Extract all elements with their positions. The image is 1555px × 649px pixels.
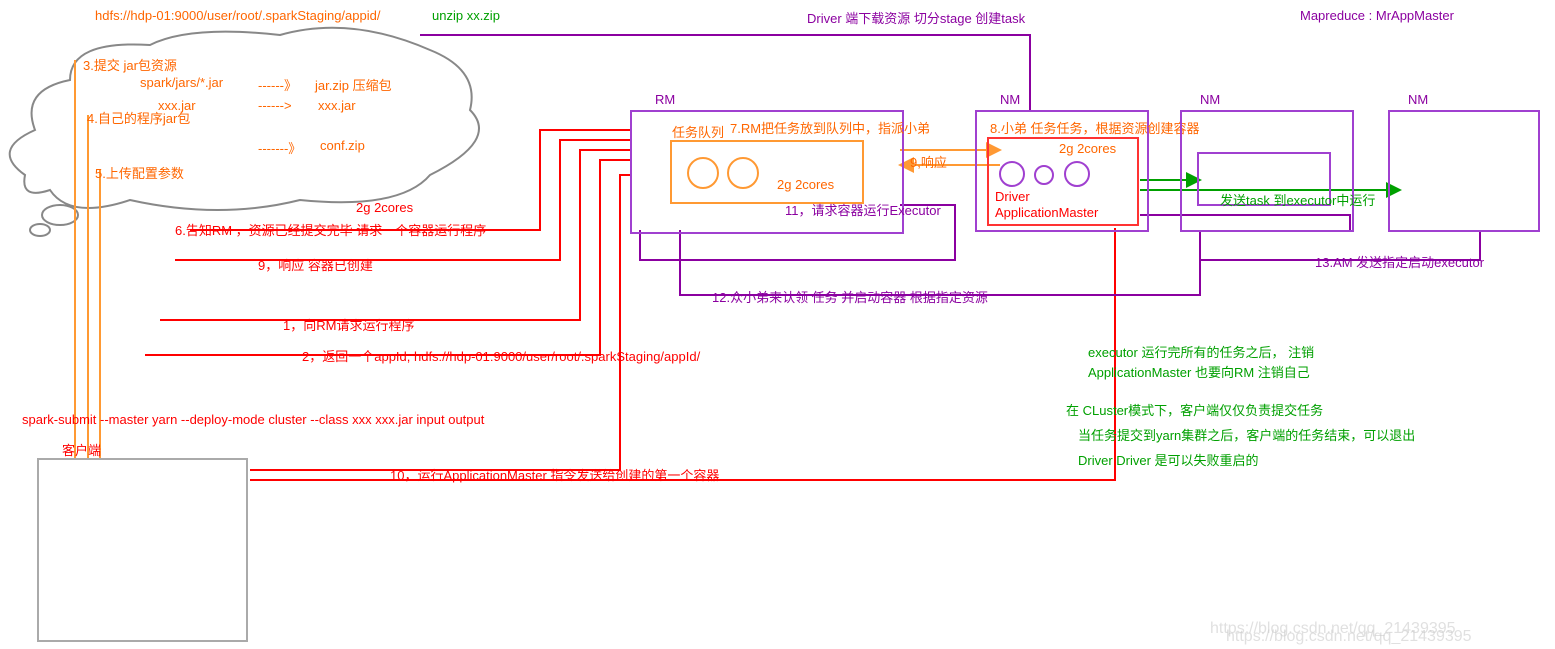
step9b-label: 9,响应 bbox=[910, 152, 947, 171]
unzip-label: unzip xx.zip bbox=[432, 8, 500, 23]
jar2-dst: xxx.jar bbox=[318, 98, 356, 113]
jar1-src: spark/jars/*.jar bbox=[140, 75, 223, 90]
note1: executor 运行完所有的任务之后， 注销 bbox=[1088, 342, 1314, 361]
mapreduce-label: Mapreduce : MrAppMaster bbox=[1300, 8, 1454, 23]
step8-label: 8.小弟 任务任务，根据资源创建容器 bbox=[990, 118, 1199, 137]
jar1-arrow: ------》 bbox=[258, 75, 297, 94]
step9a-label: 9，响应 容器已创建 bbox=[258, 255, 373, 274]
nm1-am: ApplicationMaster bbox=[995, 205, 1098, 220]
note5: Driver Driver 是可以失败重启的 bbox=[1078, 450, 1259, 469]
driver-stage-label: Driver 端下载资源 切分stage 创建task bbox=[807, 8, 1025, 27]
nm1-slot-2 bbox=[1034, 165, 1054, 185]
note2: ApplicationMaster 也要向RM 注销自己 bbox=[1088, 362, 1310, 381]
nm1-driver: Driver bbox=[995, 189, 1030, 204]
note3: 在 CLuster模式下，客户端仅仅负责提交任务 bbox=[1066, 400, 1323, 419]
spec-2g2c: 2g 2cores bbox=[356, 200, 413, 215]
conf-arrow: -------》 bbox=[258, 138, 301, 157]
queue-slot-1 bbox=[687, 157, 719, 189]
jar1-dst: jar.zip 压缩包 bbox=[315, 75, 392, 94]
queue-spec: 2g 2cores bbox=[777, 177, 834, 192]
step1-label: 1，向RM请求运行程序 bbox=[283, 315, 414, 334]
client-box bbox=[37, 458, 248, 642]
nm1-slot-1 bbox=[999, 161, 1025, 187]
step11-label: 11，请求容器运行Executor bbox=[785, 200, 941, 219]
nm1-title: NM bbox=[1000, 92, 1020, 107]
nm3-title: NM bbox=[1408, 92, 1428, 107]
rm-title: RM bbox=[655, 92, 675, 107]
nm1-slot-3 bbox=[1064, 161, 1090, 187]
nm2-box bbox=[1180, 110, 1354, 232]
step7-label: 7.RM把任务放到队列中，指派小弟 bbox=[730, 118, 930, 137]
queue-slot-2 bbox=[727, 157, 759, 189]
nm1-container: 2g 2cores Driver ApplicationMaster bbox=[987, 137, 1139, 226]
step3-label: 3.提交 jar包资源 bbox=[83, 55, 177, 74]
watermark-2: https://blog.csdn.net/qq_21439395 bbox=[1226, 628, 1472, 646]
step13-label: 13.AM 发送指定启动executor bbox=[1315, 252, 1484, 271]
step5-label: 5.上传配置参数 bbox=[95, 163, 184, 182]
hdfs-path-label: hdfs://hdp-01:9000/user/root/.sparkStagi… bbox=[95, 8, 380, 23]
client-label: 客户端 bbox=[62, 440, 101, 459]
step6-label: 6.告知RM ，资源已经提交完毕 请求一个容器运行程序 bbox=[175, 220, 486, 239]
send-task-label: 发送task 到executor中运行 bbox=[1220, 190, 1375, 209]
nm1-spec: 2g 2cores bbox=[1059, 141, 1116, 156]
jar2-arrow: ------> bbox=[258, 98, 292, 113]
jar2-src: xxx.jar bbox=[158, 98, 196, 113]
queue-label: 任务队列 bbox=[672, 122, 724, 141]
nm3-box bbox=[1388, 110, 1540, 232]
step12-label: 12.众小弟来认领 任务 并启动容器 根据指定资源 bbox=[712, 287, 988, 306]
client-cmd: spark-submit --master yarn --deploy-mode… bbox=[22, 412, 484, 427]
queue-box: 2g 2cores bbox=[670, 140, 864, 204]
conf-dst: conf.zip bbox=[320, 138, 365, 153]
nm2-title: NM bbox=[1200, 92, 1220, 107]
note4: 当任务提交到yarn集群之后，客户端的任务结束，可以退出 bbox=[1078, 425, 1415, 444]
step10-label: 10，运行ApplicationMaster 指令发送给创建的第一个容器 bbox=[390, 465, 719, 484]
step2-label: 2，返回一个appId, hdfs://hdp-01:9000/user/roo… bbox=[302, 346, 700, 365]
